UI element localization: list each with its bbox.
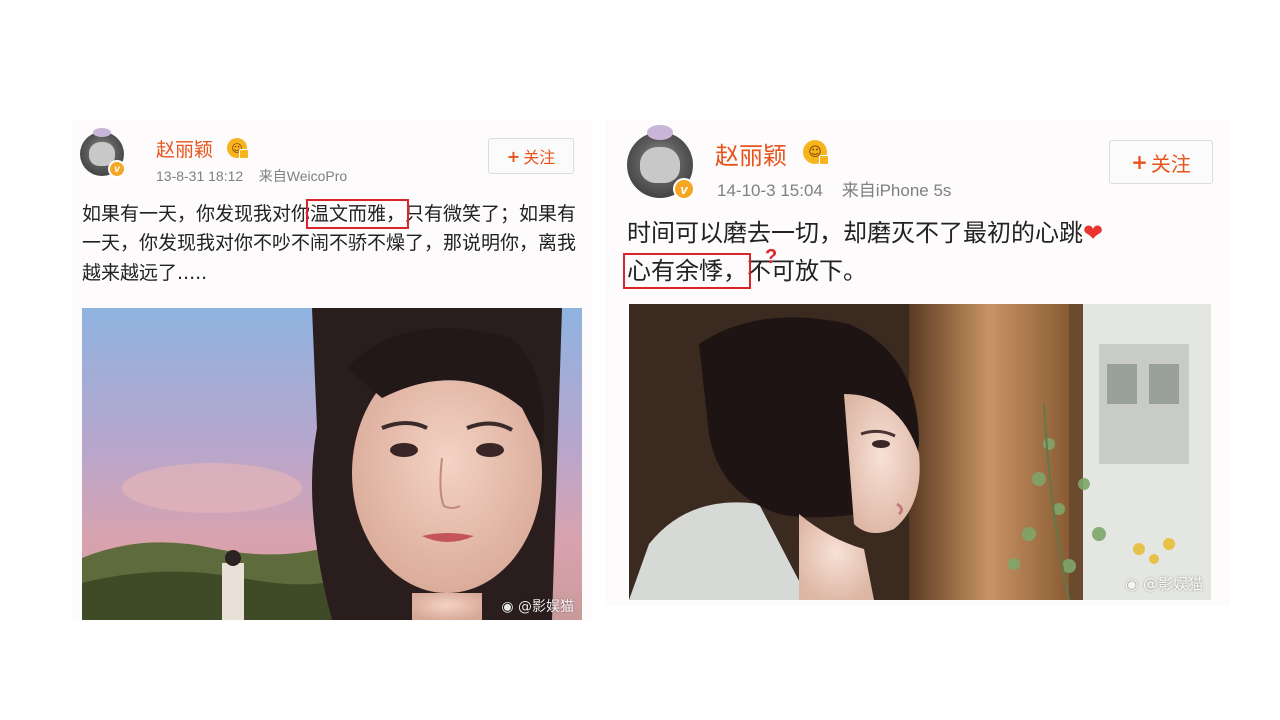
follow-button[interactable]: + 关注 bbox=[1109, 140, 1213, 184]
text-line1: 时间可以磨去一切，却磨灭不了最初的心跳 bbox=[627, 219, 1083, 247]
follow-label: 关注 bbox=[1150, 151, 1191, 176]
highlighted-phrase: 温文而雅， bbox=[306, 199, 410, 229]
post-source[interactable]: 来自iPhone 5s bbox=[842, 181, 952, 200]
follow-button[interactable]: + 关注 bbox=[488, 138, 574, 174]
plus-icon: + bbox=[1131, 150, 1148, 174]
post-photo[interactable]: ◉ @影娱猫 bbox=[82, 308, 582, 620]
weibo-icon: ◉ bbox=[501, 599, 514, 615]
weibo-post-1: v 赵丽颖 ☺ 13-8-31 18:12 来自WeicoPro + 关注 如果… bbox=[72, 120, 592, 620]
post-date: 13-8-31 18:12 bbox=[156, 168, 244, 184]
portrait-image bbox=[82, 308, 582, 620]
username[interactable]: 赵丽颖 bbox=[156, 135, 213, 162]
portrait-image bbox=[629, 304, 1211, 600]
text-before: 如果有一天，你发现我对你 bbox=[82, 203, 311, 225]
weibo-post-2: v 赵丽颖 ☺ 14-10-3 15:04 来自iPhone 5s + 关注 时… bbox=[605, 120, 1230, 606]
post-meta: 14-10-3 15:04 来自iPhone 5s bbox=[717, 176, 951, 201]
verified-badge-icon: v bbox=[108, 160, 126, 178]
question-mark-annotation: ? bbox=[765, 246, 778, 268]
post-meta: 13-8-31 18:12 来自WeicoPro bbox=[156, 166, 347, 186]
plus-icon: + bbox=[506, 146, 521, 166]
verified-badge-icon: v bbox=[673, 178, 695, 200]
watermark: ◉ @影娱猫 bbox=[501, 599, 574, 615]
weibo-icon: ◉ bbox=[1125, 575, 1139, 593]
vip-member-icon: ☺ bbox=[803, 140, 829, 165]
post-text: 时间可以磨去一切，却磨灭不了最初的心跳❤ 心有余悸，不可放下。 bbox=[623, 214, 1217, 291]
username[interactable]: 赵丽颖 bbox=[715, 136, 787, 171]
avatar[interactable]: v bbox=[80, 127, 126, 178]
post-source[interactable]: 来自WeicoPro bbox=[259, 168, 347, 184]
avatar[interactable]: v bbox=[627, 125, 695, 200]
follow-label: 关注 bbox=[523, 148, 556, 167]
highlighted-phrase: 心有余悸， bbox=[623, 253, 751, 290]
vip-member-icon: ☺ bbox=[227, 138, 249, 159]
post-date: 14-10-3 15:04 bbox=[717, 181, 823, 200]
heart-icon: ❤ bbox=[1083, 219, 1104, 247]
watermark: ◉ @影娱猫 bbox=[1125, 575, 1203, 593]
post-photo[interactable]: ◉ @影娱猫 bbox=[629, 304, 1211, 600]
post-text: 如果有一天，你发现我对你温文而雅，只有微笑了；如果有一天，你发现我对你不吵不闹不… bbox=[82, 199, 582, 288]
